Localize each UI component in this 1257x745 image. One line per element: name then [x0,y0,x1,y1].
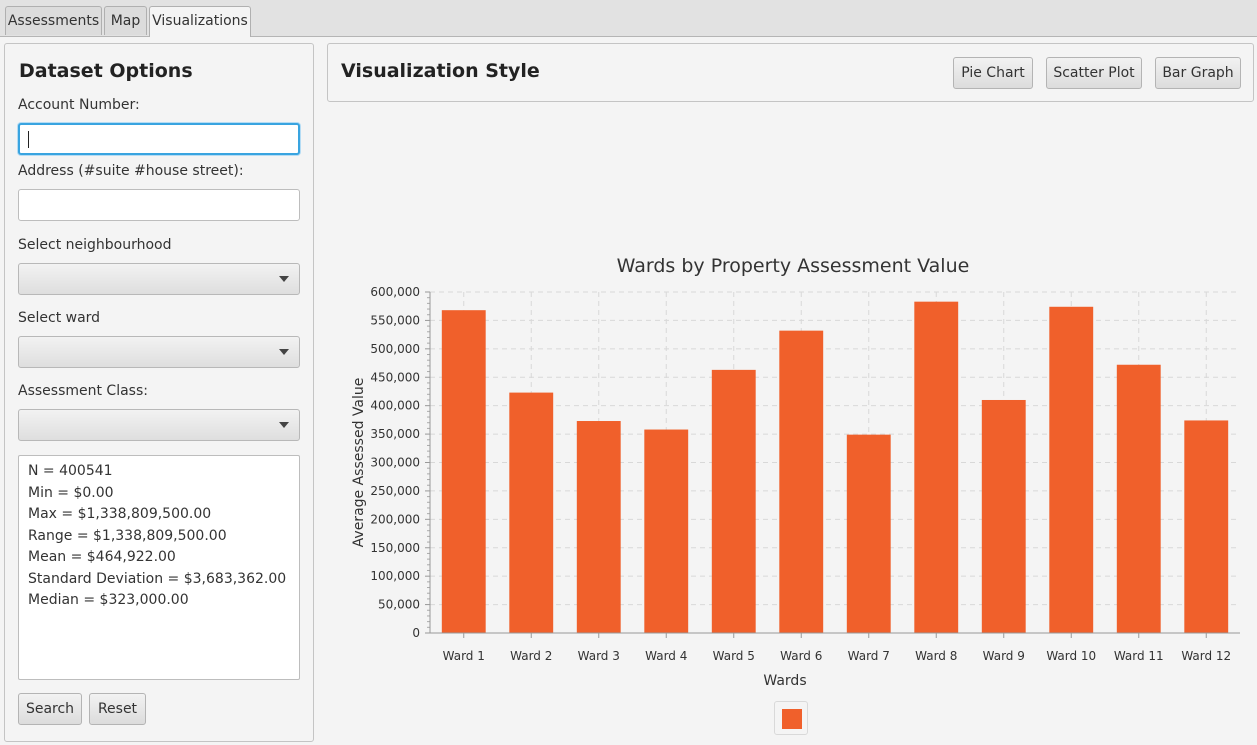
bar [1116,364,1161,633]
y-tick-label: 150,000 [370,541,420,555]
y-tick-label: 200,000 [370,512,420,526]
stat-range: Range = $1,338,809,500.00 [28,527,227,544]
address-label: Address (#suite #house street): [18,163,244,179]
y-tick-label: 350,000 [370,427,420,441]
bar [1049,306,1094,633]
y-tick-label: 250,000 [370,484,420,498]
bar [779,330,824,633]
bar-chart: Wards by Property Assessment Value 0 50,00… [351,255,1240,689]
x-tick-label: Ward 4 [645,649,687,663]
pie-chart-button[interactable]: Pie Chart [953,57,1033,89]
y-tick-label: 500,000 [370,342,420,356]
bar [644,429,689,633]
chart-title: Wards by Property Assessment Value [617,255,970,277]
stat-mean: Mean = $464,922.00 [28,549,176,565]
y-tick-label: 300,000 [370,456,420,470]
neighbourhood-select[interactable] [18,263,300,295]
stat-min: Min = $0.00 [28,484,114,501]
scatter-plot-button[interactable]: Scatter Plot [1046,57,1142,89]
bar-graph-button[interactable]: Bar Graph [1155,57,1241,89]
bar [1184,420,1229,633]
x-tick-label: Ward 1 [443,649,485,663]
x-axis-label: Wards [763,673,806,689]
x-tick-label: Ward 6 [780,649,822,663]
x-tick-label: Ward 11 [1114,649,1164,663]
stat-median: Median = $323,000.00 [28,592,189,608]
dataset-options-title: Dataset Options [19,60,193,82]
x-tick-label: Ward 12 [1181,649,1231,663]
visualization-style-title: Visualization Style [341,60,540,82]
y-tick-label: 0 [412,626,420,640]
y-axis-label: Average Assessed Value [351,378,367,548]
x-tick-label: Ward 5 [713,649,755,663]
tab-bar: Assessments Map Visualizations [0,0,1257,37]
y-tick-label: 400,000 [370,399,420,413]
y-tick-label: 100,000 [370,569,420,583]
stat-count: N = 400541 [28,463,113,479]
tab-visualizations[interactable]: Visualizations [149,6,251,37]
tab-map[interactable]: Map [104,6,147,35]
bar [981,399,1026,633]
y-tick-label: 450,000 [370,370,420,384]
address-input[interactable] [18,189,300,221]
tab-assessments[interactable]: Assessments [5,6,102,35]
chevron-down-icon [279,422,289,428]
chart-legend [774,701,808,735]
x-tick-label: Ward 9 [983,649,1025,663]
y-tick-label: 50,000 [378,598,420,612]
bar [914,301,959,633]
bar [576,421,621,633]
search-button[interactable]: Search [18,693,82,725]
assessment-class-label: Assessment Class: [18,383,148,399]
ward-select[interactable] [18,336,300,368]
bar [441,310,486,633]
x-tick-label: Ward 2 [510,649,552,663]
bar [509,392,554,633]
account-number-input[interactable] [18,123,300,155]
x-tick-label: Ward 10 [1046,649,1096,663]
x-tick-label: Ward 8 [915,649,957,663]
x-tick-label: Ward 7 [848,649,890,663]
x-tick-label: Ward 3 [578,649,620,663]
bar [846,434,891,633]
bar [711,369,756,633]
text-caret [28,131,29,148]
chevron-down-icon [279,276,289,282]
ward-label: Select ward [18,310,101,326]
assessment-class-select[interactable] [18,409,300,441]
neighbourhood-label: Select neighbourhood [18,237,172,253]
statistics-output[interactable]: N = 400541 Min = $0.00 Max = $1,338,809,… [18,455,300,680]
stat-std-dev: Standard Deviation = $3,683,362.00 [28,570,287,587]
account-number-label: Account Number: [18,97,140,113]
chevron-down-icon [279,349,289,355]
legend-swatch [782,709,802,729]
y-tick-label: 600,000 [370,285,420,299]
reset-button[interactable]: Reset [89,693,146,725]
stat-max: Max = $1,338,809,500.00 [28,506,212,522]
y-tick-label: 550,000 [370,313,420,327]
